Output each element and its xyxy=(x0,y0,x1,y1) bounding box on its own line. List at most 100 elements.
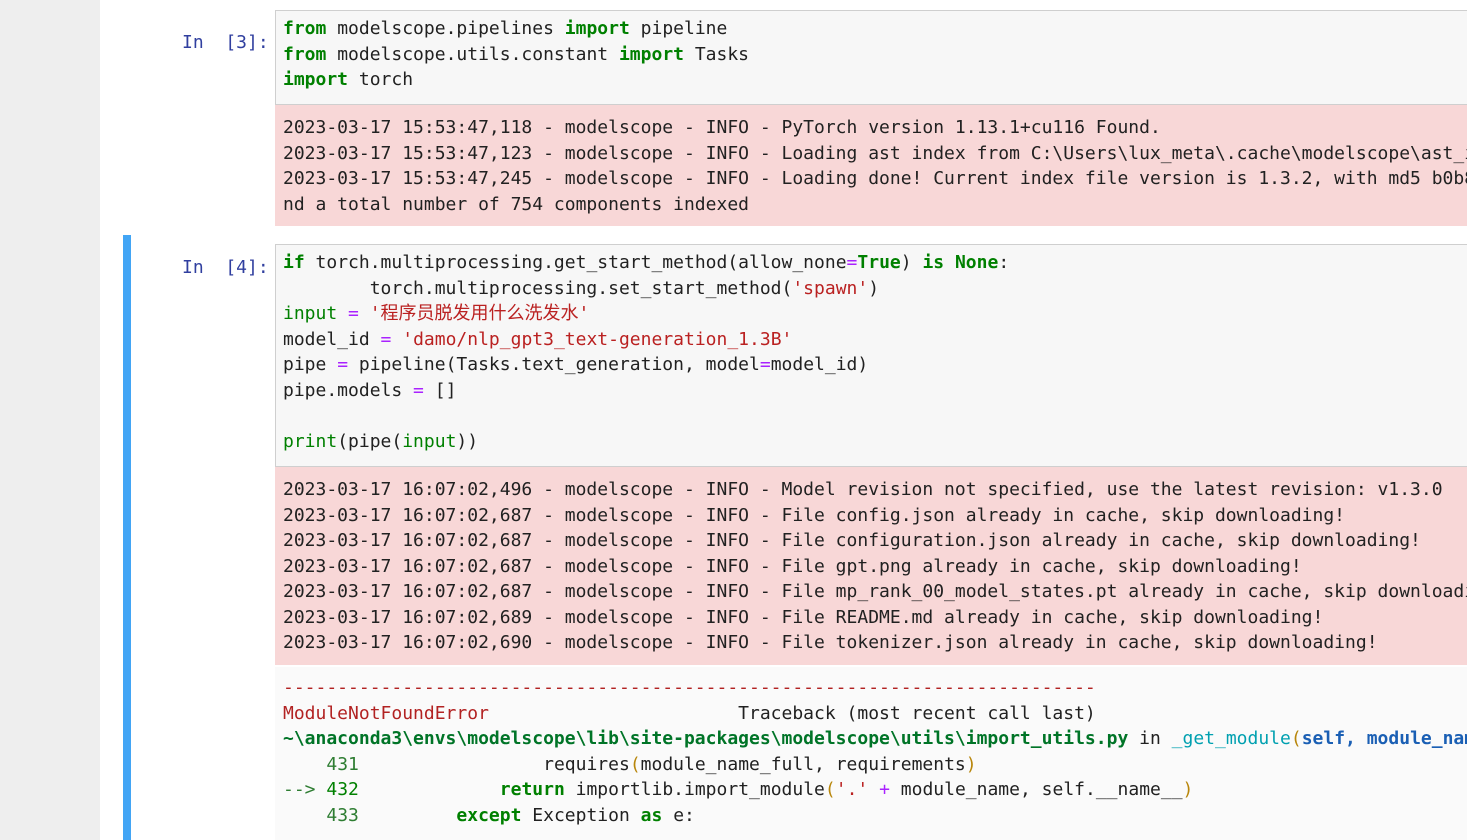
code-token: model_id) xyxy=(770,354,869,375)
code-token: return xyxy=(499,779,565,800)
log-line: 2023-03-17 15:53:47,123 - modelscope - I… xyxy=(283,142,1467,164)
code-token: is xyxy=(922,252,945,273)
code-token: module_name, self. xyxy=(889,779,1096,800)
stderr-output: 2023-03-17 15:53:47,118 - modelscope - I… xyxy=(275,105,1467,226)
code-input-area[interactable]: from modelscope.pipelines import pipelin… xyxy=(275,10,1467,105)
code-lines[interactable]: if torch.multiprocessing.get_start_metho… xyxy=(276,245,1467,454)
code-token: ) xyxy=(965,753,977,775)
code-token: ~\anaconda3\envs\modelscope\lib\site-pac… xyxy=(283,728,1129,749)
code-line: input = '程序员脱发用什么洗发水' xyxy=(283,301,1467,327)
code-token: None xyxy=(954,252,999,273)
traceback-line: 431 requires(module_name_full, requireme… xyxy=(283,752,1467,778)
code-token: pipeline(Tasks.text_generation, model xyxy=(348,354,760,375)
code-line: from modelscope.pipelines import pipelin… xyxy=(283,16,1467,42)
traceback-line: 433 except Exception as e: xyxy=(283,803,1467,829)
code-token: = xyxy=(759,354,771,375)
cell-prompt: In [4]: xyxy=(182,257,269,278)
code-line: import torch xyxy=(283,67,1467,93)
code-token: ( xyxy=(1290,728,1302,749)
code-input-area[interactable]: if torch.multiprocessing.get_start_metho… xyxy=(275,244,1467,467)
code-token: Exception xyxy=(521,804,641,826)
code-token: torch xyxy=(348,69,414,90)
code-token: ) xyxy=(1182,779,1194,800)
code-line: pipe = pipeline(Tasks.text_generation, m… xyxy=(283,352,1467,378)
code-token: = xyxy=(846,252,858,273)
code-token: = xyxy=(337,354,349,375)
code-token: 433 xyxy=(326,804,359,826)
notebook-page: In [3]: from modelscope.pipelines import… xyxy=(100,0,1467,840)
code-token: torch.multiprocessing.set_start_method( xyxy=(283,277,793,299)
code-token: from xyxy=(283,43,327,65)
code-token: True xyxy=(857,252,901,273)
code-token: ) xyxy=(868,277,880,299)
code-lines[interactable]: from modelscope.pipelines import pipelin… xyxy=(276,11,1467,93)
code-token: self, module_name xyxy=(1301,728,1467,749)
log-line: 2023-03-17 15:53:47,245 - modelscope - I… xyxy=(283,168,1467,189)
code-cell-3[interactable]: In [3]: from modelscope.pipelines import… xyxy=(100,10,1467,228)
log-line: 2023-03-17 16:07:02,689 - modelscope - I… xyxy=(283,606,1324,628)
log-line: 2023-03-17 16:07:02,496 - modelscope - I… xyxy=(283,479,1443,500)
code-token: import xyxy=(564,18,630,39)
output-lines: 2023-03-17 15:53:47,118 - modelscope - I… xyxy=(275,105,1467,217)
code-token: ----------------------------------------… xyxy=(283,677,1096,698)
cell-prompt: In [3]: xyxy=(182,32,269,53)
code-line: if torch.multiprocessing.get_start_metho… xyxy=(283,250,1467,276)
traceback-line: ~\anaconda3\envs\modelscope\lib\site-pac… xyxy=(283,726,1467,752)
code-token: modelscope.utils.constant xyxy=(326,43,619,65)
code-token: print xyxy=(283,430,338,452)
code-token: (pipe( xyxy=(337,430,403,452)
code-token: ( xyxy=(824,779,836,800)
code-token: )) xyxy=(456,430,479,452)
code-token: if xyxy=(283,252,305,273)
log-line: 2023-03-17 16:07:02,687 - modelscope - I… xyxy=(283,504,1346,526)
traceback-line: ----------------------------------------… xyxy=(283,675,1467,701)
code-token: pipe.models xyxy=(283,379,414,401)
traceback-output: ----------------------------------------… xyxy=(275,667,1467,840)
code-token: Traceback (most recent call last) xyxy=(488,702,1096,724)
code-token: e: xyxy=(662,804,695,826)
code-token: __name__ xyxy=(1095,779,1183,800)
code-token: --> xyxy=(283,779,327,800)
log-line: 2023-03-17 15:53:47,118 - modelscope - I… xyxy=(283,117,1161,138)
code-token: except xyxy=(456,804,522,826)
code-token: import xyxy=(618,43,684,65)
code-token: ( xyxy=(629,753,641,775)
code-token: import xyxy=(283,69,349,90)
code-token: in xyxy=(1128,728,1172,749)
code-token: 431 xyxy=(326,753,359,775)
code-token: model_id xyxy=(283,328,381,350)
log-line: 2023-03-17 16:07:02,687 - modelscope - I… xyxy=(283,530,1421,551)
code-token: = xyxy=(348,303,359,324)
traceback-line: ModuleNotFoundError Traceback (most rece… xyxy=(283,701,1467,727)
code-token: 'spawn' xyxy=(792,277,869,299)
code-token: Tasks xyxy=(684,43,750,65)
log-line: 2023-03-17 16:07:02,687 - modelscope - I… xyxy=(283,555,1302,577)
code-token: 432 xyxy=(326,779,359,800)
traceback-line: --> 432 return importlib.import_module('… xyxy=(283,777,1467,803)
code-token: = xyxy=(413,379,424,401)
code-cell-4[interactable]: In [4]: if torch.multiprocessing.get_sta… xyxy=(100,235,1467,840)
code-token: = xyxy=(380,328,392,350)
code-token: as xyxy=(640,804,663,826)
code-token: importlib.import_module xyxy=(564,779,825,800)
code-token: '.' xyxy=(835,779,869,800)
code-token: from xyxy=(283,18,327,39)
code-token: pipe xyxy=(283,354,338,375)
code-token: modelscope.pipelines xyxy=(326,18,565,39)
log-line: 2023-03-17 16:07:02,687 - modelscope - I… xyxy=(283,581,1467,602)
log-line: nd a total number of 754 components inde… xyxy=(283,193,749,215)
code-token: module_name_full, requirements xyxy=(640,753,966,775)
output-lines: 2023-03-17 16:07:02,496 - modelscope - I… xyxy=(275,467,1467,656)
stderr-output: 2023-03-17 16:07:02,496 - modelscope - I… xyxy=(275,467,1467,665)
code-line: pipe.models = [] xyxy=(283,378,1467,404)
code-token: requires xyxy=(358,753,630,775)
code-token: : xyxy=(998,252,1010,273)
